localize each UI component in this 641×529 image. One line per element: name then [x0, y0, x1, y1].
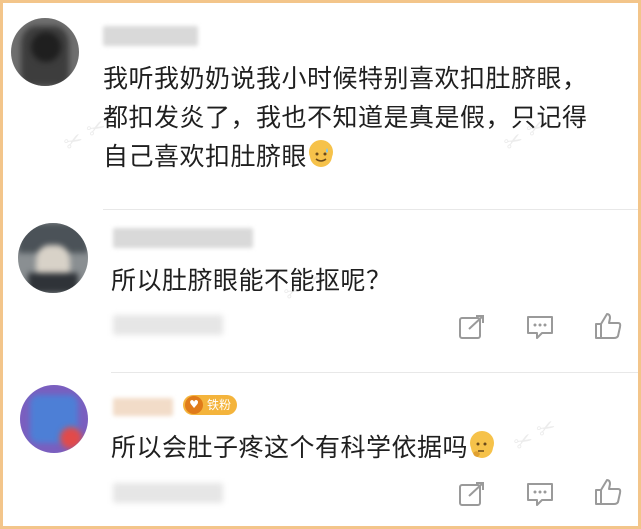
like-icon[interactable]: [593, 477, 623, 505]
comment-1-text: 我听我奶奶说我小时候特别喜欢扣肚脐眼， 都扣发炎了，我也不知道是真是假，只记得 …: [103, 59, 623, 176]
thinking-emoji-icon: [470, 431, 495, 458]
avatar[interactable]: [11, 18, 79, 86]
fan-badge-label: 铁粉: [207, 398, 232, 412]
comment-1-line-3-text: 自己喜欢扣肚脐眼: [103, 142, 308, 171]
comment-2-meta-redacted: [113, 315, 223, 335]
comment-3-text-body: 所以会肚子疼这个有科学依据吗: [111, 433, 469, 462]
comment-thread: ✂ ✂ ✂ ✂ ✂ ✂ ✂ ✂ ✂ ✂ 我听我奶奶说我小时候特别喜欢扣肚脐眼， …: [0, 0, 641, 529]
comment-1-line-1: 我听我奶奶说我小时候特别喜欢扣肚脐眼，: [103, 64, 588, 93]
sweat-smile-emoji-icon: [309, 140, 334, 167]
comment-icon[interactable]: [525, 480, 555, 508]
comment-2-text: 所以肚脐眼能不能抠呢？: [111, 266, 392, 295]
comment-1-line-3: 自己喜欢扣肚脐眼: [103, 137, 623, 176]
comment-icon[interactable]: [525, 313, 555, 341]
divider: [103, 209, 638, 210]
watermark: ✂ ✂: [509, 413, 561, 458]
username-redacted[interactable]: [113, 398, 173, 416]
divider: [111, 372, 638, 373]
comment-1-line-2: 都扣发炎了，我也不知道是真是假，只记得: [103, 103, 588, 132]
avatar[interactable]: [20, 385, 88, 453]
username-redacted[interactable]: [103, 26, 198, 46]
comment-3-meta-redacted: [113, 483, 223, 503]
fan-badge[interactable]: ♥ 铁粉: [183, 395, 238, 415]
like-icon[interactable]: [593, 311, 623, 339]
share-icon[interactable]: [457, 480, 487, 508]
username-redacted[interactable]: [113, 228, 253, 248]
heart-icon: ♥: [185, 396, 203, 414]
share-icon[interactable]: [457, 313, 487, 341]
comment-3-text: 所以会肚子疼这个有科学依据吗: [111, 428, 495, 467]
avatar[interactable]: [18, 223, 88, 293]
